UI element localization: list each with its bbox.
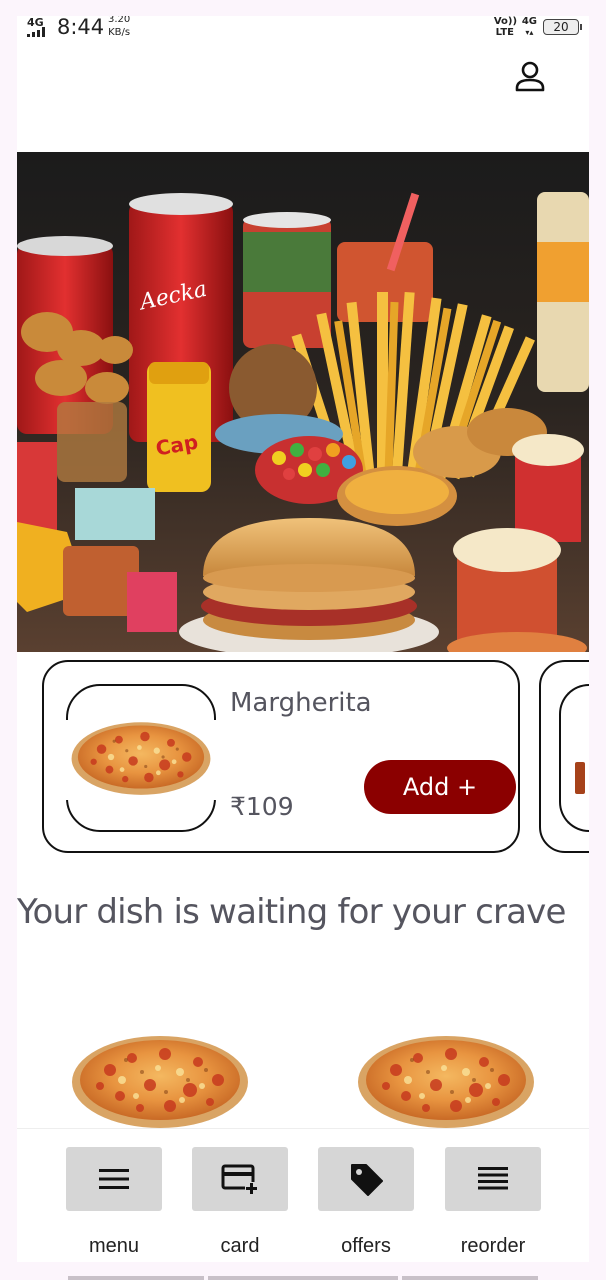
- status-right: Vo)) LTE 4G ▾▴ 20: [493, 16, 582, 38]
- net-speed: 3.20 KB/s: [108, 16, 131, 38]
- pizza-image: [71, 722, 211, 795]
- item-price: ₹109: [230, 792, 294, 821]
- nav-label: menu: [88, 1235, 140, 1257]
- profile-button[interactable]: [513, 60, 547, 94]
- nav-item-offers[interactable]: offers: [318, 1129, 414, 1262]
- nav-label: reorder: [460, 1235, 526, 1257]
- pizza-image: [358, 1036, 534, 1128]
- pizza-image: [72, 1036, 248, 1128]
- gesture-bar: [208, 1276, 398, 1280]
- dish-card-image[interactable]: [69, 1030, 251, 1130]
- gesture-bar: [68, 1276, 204, 1280]
- gesture-bar: [402, 1276, 538, 1280]
- reorder-button[interactable]: [445, 1147, 541, 1211]
- menu-icon: [99, 1169, 129, 1189]
- featured-item-card[interactable]: Margherita ₹109 Add +: [42, 660, 520, 853]
- add-to-cart-button[interactable]: Add +: [364, 760, 516, 814]
- card-button[interactable]: [192, 1147, 288, 1211]
- dish-card-image[interactable]: [355, 1030, 537, 1130]
- offers-button[interactable]: [318, 1147, 414, 1211]
- volte-indicator: Vo)) LTE: [493, 16, 518, 38]
- nav-item-card[interactable]: card: [192, 1129, 288, 1262]
- item-image-frame: [65, 684, 217, 832]
- app-screen: 4G 8:44 3.20 KB/s Vo)) LTE 4G ▾▴ 20 Aeck…: [17, 16, 589, 1262]
- bottom-nav: menu card offers reorder: [17, 1128, 589, 1262]
- reorder-icon: [478, 1167, 508, 1190]
- section-heading: Your dish is waiting for your crave: [17, 892, 566, 932]
- tag-icon: [351, 1164, 383, 1196]
- battery-icon: 20: [543, 19, 582, 35]
- status-bar: 4G 8:44 3.20 KB/s Vo)) LTE 4G ▾▴ 20: [17, 16, 589, 42]
- nav-label: card: [220, 1235, 260, 1257]
- item-name: Margherita: [230, 688, 372, 718]
- next-item-card[interactable]: [539, 660, 589, 853]
- hero-banner-image: Aecka Cap: [17, 152, 589, 652]
- credit-card-icon: [221, 1164, 259, 1195]
- person-icon: [515, 61, 545, 92]
- item-image-frame: [559, 684, 589, 832]
- clock: 8:44: [57, 16, 105, 39]
- nav-item-menu[interactable]: menu: [66, 1129, 162, 1262]
- data-indicator: 4G ▾▴: [521, 16, 537, 37]
- nav-item-reorder[interactable]: reorder: [445, 1129, 541, 1262]
- menu-button[interactable]: [66, 1147, 162, 1211]
- signal-icon: [27, 27, 51, 37]
- nav-label: offers: [341, 1235, 391, 1257]
- fast-food-illustration: Aecka Cap: [17, 152, 589, 652]
